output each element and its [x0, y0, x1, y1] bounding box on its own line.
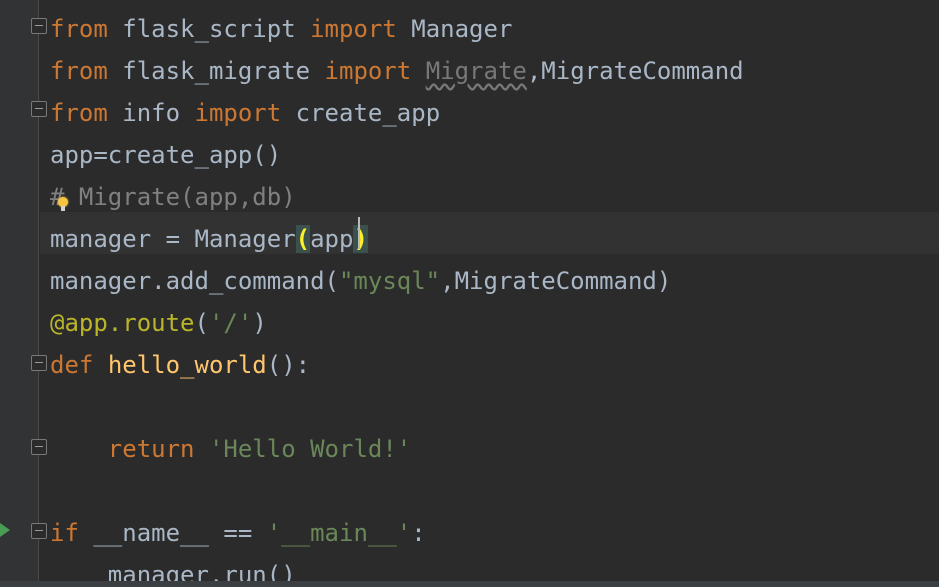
- code-token: ,MigrateCommand: [526, 57, 744, 85]
- code-token: ): [252, 309, 267, 337]
- code-token: "mysql": [338, 267, 441, 295]
- code-token: (: [295, 225, 311, 253]
- code-token: Manager: [396, 15, 513, 43]
- code-token: from: [50, 15, 108, 43]
- code-token: import: [194, 99, 282, 127]
- code-token: app: [310, 225, 354, 253]
- code-token: import: [324, 57, 412, 85]
- code-token: '/': [208, 309, 253, 337]
- code-line[interactable]: from flask_script import Manager: [50, 8, 512, 50]
- code-line[interactable]: from flask_migrate import Migrate,Migrat…: [50, 50, 744, 92]
- fold-icon[interactable]: [31, 355, 47, 371]
- lightbulb-base: [61, 206, 65, 211]
- code-token: @app.route: [50, 309, 195, 337]
- code-editor[interactable]: from flask_script import Manager from fla…: [0, 0, 939, 587]
- code-token: manager = Manager: [50, 225, 296, 253]
- code-line[interactable]: def hello_world():: [50, 344, 310, 386]
- code-token: if: [50, 519, 79, 547]
- code-token: from: [50, 99, 108, 127]
- code-line[interactable]: return 'Hello World!': [50, 428, 411, 470]
- editor-gutter[interactable]: [0, 0, 38, 587]
- code-token: from: [50, 57, 108, 85]
- fold-icon[interactable]: [31, 101, 47, 117]
- code-token: ():: [266, 351, 311, 379]
- code-line[interactable]: # Migrate(app,db): [50, 176, 296, 218]
- code-area[interactable]: from flask_script import Manager from fla…: [50, 8, 939, 587]
- gutter-divider: [38, 0, 39, 587]
- editor-bottom-edge: [0, 581, 939, 587]
- code-token: Migrate: [425, 57, 527, 85]
- text-caret: [358, 217, 360, 249]
- code-line[interactable]: app=create_app(): [50, 134, 281, 176]
- code-line[interactable]: if __name__ == '__main__':: [50, 512, 426, 554]
- code-token: (: [194, 309, 209, 337]
- code-token: '__main__': [266, 519, 412, 547]
- code-token: ,MigrateCommand): [440, 267, 672, 295]
- run-icon[interactable]: [0, 523, 10, 537]
- code-token: manager.add_command(: [50, 267, 339, 295]
- code-token: __name__ ==: [78, 519, 267, 547]
- code-line[interactable]: from info import create_app: [50, 92, 440, 134]
- code-token: ): [353, 225, 368, 253]
- fold-icon[interactable]: [31, 18, 47, 34]
- code-token: create_app: [281, 99, 441, 127]
- fold-icon[interactable]: [31, 523, 47, 539]
- code-token: flask_script: [107, 15, 311, 43]
- code-token: return: [107, 435, 195, 463]
- code-token: hello_world: [107, 351, 267, 379]
- code-token: :: [411, 519, 426, 547]
- code-token: info: [107, 99, 195, 127]
- code-line[interactable]: manager.add_command("mysql",MigrateComma…: [50, 260, 671, 302]
- code-token: 'Hello World!': [208, 435, 412, 463]
- code-line[interactable]: manager = Manager(app): [50, 218, 368, 260]
- code-token: def: [50, 351, 94, 379]
- code-token: import: [310, 15, 397, 43]
- code-token: # Migrate(app,db): [50, 183, 296, 211]
- fold-icon[interactable]: [31, 439, 47, 455]
- code-token: flask_migrate: [107, 57, 325, 85]
- code-line[interactable]: @app.route('/'): [50, 302, 267, 344]
- code-token: app=create_app(): [50, 141, 282, 169]
